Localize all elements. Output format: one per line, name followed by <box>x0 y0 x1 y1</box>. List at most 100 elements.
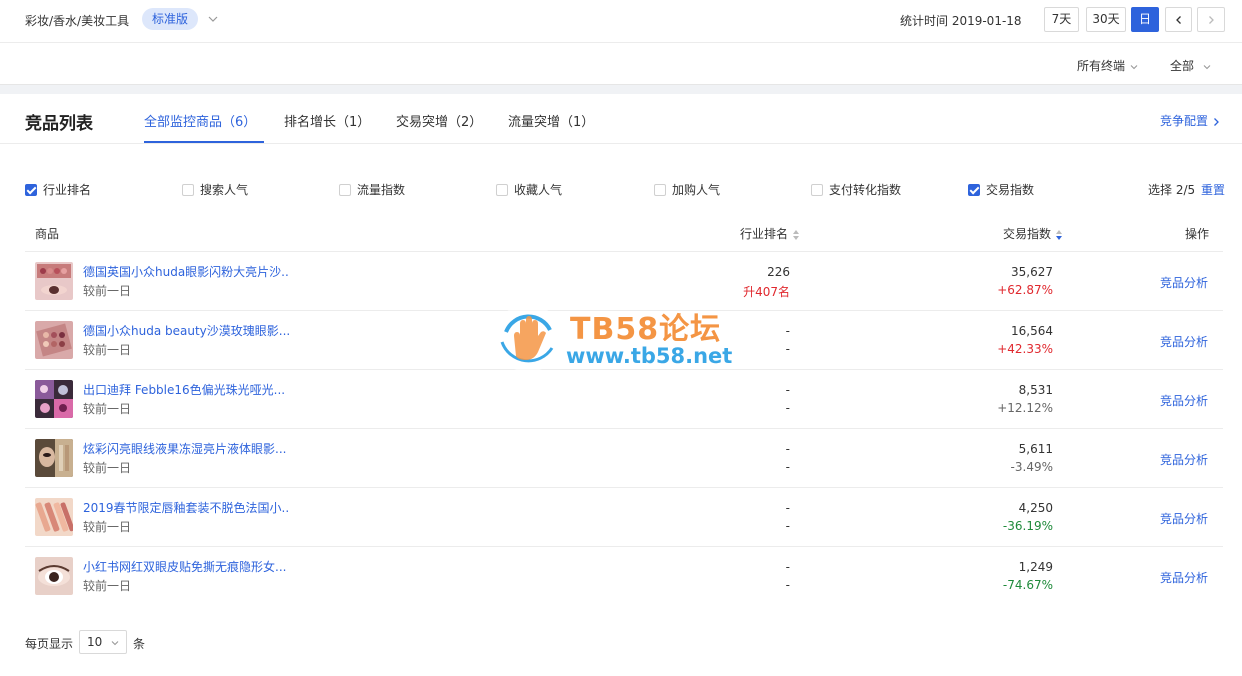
config-link-label: 竞争配置 <box>1160 114 1209 128</box>
product-name-link[interactable]: 德国小众huda beauty沙漠玫瑰眼影... <box>83 322 290 339</box>
chevron-down-icon[interactable] <box>206 12 220 26</box>
scope-filter[interactable]: 全部 <box>1170 57 1212 74</box>
compare-label: 较前一日 <box>83 520 132 534</box>
chevron-down-icon <box>111 641 119 646</box>
industry-rank-change: - <box>785 342 790 356</box>
industry-rank-change: - <box>785 519 790 533</box>
top-bar: 彩妆/香水/美妆工具 标准版 统计时间 2019-01-18 7天 30天 日 <box>0 0 1242 43</box>
column-header-action: 操作 <box>1185 227 1210 241</box>
column-header-trade-index[interactable]: 交易指数 <box>1003 225 1063 242</box>
checkbox-icon <box>182 184 194 196</box>
product-name-link[interactable]: 出口迪拜 Febble16色偏光珠光哑光... <box>83 381 285 398</box>
competitor-analysis-link[interactable]: 竞品分析 <box>1160 451 1208 468</box>
product-name-link[interactable]: 2019春节限定唇釉套装不脱色法国小.. <box>83 499 289 516</box>
competition-config-link[interactable]: 竞争配置 <box>1160 112 1221 129</box>
next-day-button[interactable] <box>1197 7 1225 32</box>
metric-label: 支付转化指数 <box>829 183 902 197</box>
range-day-button[interactable]: 日 <box>1131 7 1159 32</box>
chevron-right-icon <box>1214 117 1219 126</box>
edition-badge[interactable]: 标准版 <box>142 8 199 30</box>
compare-label: 较前一日 <box>83 402 132 416</box>
per-page-select[interactable]: 10 <box>79 630 127 654</box>
trade-index-change: +62.87% <box>997 283 1053 297</box>
trade-index-value: 5,611 <box>1018 442 1053 456</box>
product-name-link[interactable]: 炫彩闪亮眼线液果冻湿亮片液体眼影... <box>83 440 286 457</box>
metric-label: 行业排名 <box>43 183 92 197</box>
range-30d-button[interactable]: 30天 <box>1086 7 1126 32</box>
scope-filter-label: 全部 <box>1170 59 1195 73</box>
table-row: 出口迪拜 Febble16色偏光珠光哑光... 较前一日 - - 8,531 +… <box>0 370 1242 429</box>
checkbox-icon <box>968 184 980 196</box>
checkbox-icon <box>496 184 508 196</box>
tabs-border <box>0 143 1242 144</box>
product-name-link[interactable]: 德国英国小众huda眼影闪粉大亮片沙.. <box>83 263 289 280</box>
prev-day-button[interactable] <box>1165 7 1192 32</box>
industry-rank-value: - <box>785 501 790 515</box>
metric-label: 搜索人气 <box>200 183 249 197</box>
product-thumbnail[interactable] <box>35 262 73 300</box>
product-thumbnail[interactable] <box>35 439 73 477</box>
table-row: 小红书网红双眼皮贴免撕无痕隐形女... 较前一日 - - 1,249 -74.6… <box>0 547 1242 606</box>
trade-index-value: 35,627 <box>1011 265 1053 279</box>
metric-label: 流量指数 <box>357 183 406 197</box>
selected-count: 选择 2/5 <box>1148 183 1196 197</box>
metric-label: 交易指数 <box>986 183 1035 197</box>
industry-rank-value: - <box>785 324 790 338</box>
checkbox-icon <box>811 184 823 196</box>
metric-label: 加购人气 <box>672 183 721 197</box>
industry-rank-change: - <box>785 401 790 415</box>
column-header-product: 商品 <box>35 227 60 241</box>
reset-link[interactable]: 重置 <box>1201 181 1225 198</box>
competitor-analysis-link[interactable]: 竞品分析 <box>1160 569 1208 586</box>
stat-time-label: 统计时间 2019-01-18 <box>900 14 1022 28</box>
product-thumbnail[interactable] <box>35 321 73 359</box>
tab-trade-surge[interactable]: 交易突增（2） <box>396 111 482 130</box>
product-thumbnail[interactable] <box>35 498 73 536</box>
compare-label: 较前一日 <box>83 461 132 475</box>
metric-checkbox-favorites[interactable]: 收藏人气 <box>496 181 562 198</box>
table-row: 炫彩闪亮眼线液果冻湿亮片液体眼影... 较前一日 - - 5,611 -3.49… <box>0 429 1242 488</box>
competitor-analysis-link[interactable]: 竞品分析 <box>1160 392 1208 409</box>
tab-rank-growth[interactable]: 排名增长（1） <box>284 111 370 130</box>
trade-index-change: -36.19% <box>1002 519 1053 533</box>
trade-index-value: 8,531 <box>1018 383 1053 397</box>
trade-index-value: 1,249 <box>1018 560 1053 574</box>
range-7d-button[interactable]: 7天 <box>1044 7 1079 32</box>
metric-checkbox-add-to-cart[interactable]: 加购人气 <box>654 181 720 198</box>
competitor-analysis-link[interactable]: 竞品分析 <box>1160 274 1208 291</box>
column-header-industry-rank[interactable]: 行业排名 <box>740 225 800 242</box>
compare-label: 较前一日 <box>83 284 132 298</box>
metric-checkbox-conversion-index[interactable]: 支付转化指数 <box>811 181 901 198</box>
product-thumbnail[interactable] <box>35 380 73 418</box>
product-name-link[interactable]: 小红书网红双眼皮贴免撕无痕隐形女... <box>83 558 286 575</box>
trade-index-change: -3.49% <box>1010 460 1053 474</box>
metric-checkbox-trade-index[interactable]: 交易指数 <box>968 181 1034 198</box>
industry-rank-change: - <box>785 578 790 592</box>
metric-checkbox-industry-rank[interactable]: 行业排名 <box>25 181 91 198</box>
industry-rank-value: - <box>785 383 790 397</box>
trade-index-change: -74.67% <box>1002 578 1053 592</box>
column-header-label: 交易指数 <box>1003 227 1052 241</box>
industry-rank-value: 226 <box>767 265 790 279</box>
competitor-analysis-link[interactable]: 竞品分析 <box>1160 333 1208 350</box>
metric-label: 收藏人气 <box>514 183 563 197</box>
product-thumbnail[interactable] <box>35 557 73 595</box>
column-header-label: 行业排名 <box>740 227 789 241</box>
industry-rank-value: - <box>785 442 790 456</box>
watermark: TB58论坛 www.tb58.net <box>492 298 752 378</box>
chevron-right-icon <box>1209 15 1214 24</box>
per-page-label: 每页显示 <box>25 637 74 651</box>
tab-all[interactable]: 全部监控商品（6） <box>144 111 256 130</box>
checkbox-icon <box>339 184 351 196</box>
category-label: 彩妆/香水/美妆工具 <box>25 14 130 28</box>
compare-label: 较前一日 <box>83 343 132 357</box>
table-row: 2019春节限定唇釉套装不脱色法国小.. 较前一日 - - 4,250 -36.… <box>0 488 1242 547</box>
metric-checkbox-traffic-index[interactable]: 流量指数 <box>339 181 405 198</box>
section-divider <box>0 84 1242 94</box>
competitor-analysis-link[interactable]: 竞品分析 <box>1160 510 1208 527</box>
tab-traffic-surge[interactable]: 流量突增（1） <box>508 111 594 130</box>
compare-label: 较前一日 <box>83 579 132 593</box>
sort-icon <box>793 229 800 240</box>
terminal-filter[interactable]: 所有终端 <box>1077 57 1139 74</box>
metric-checkbox-search-popularity[interactable]: 搜索人气 <box>182 181 248 198</box>
